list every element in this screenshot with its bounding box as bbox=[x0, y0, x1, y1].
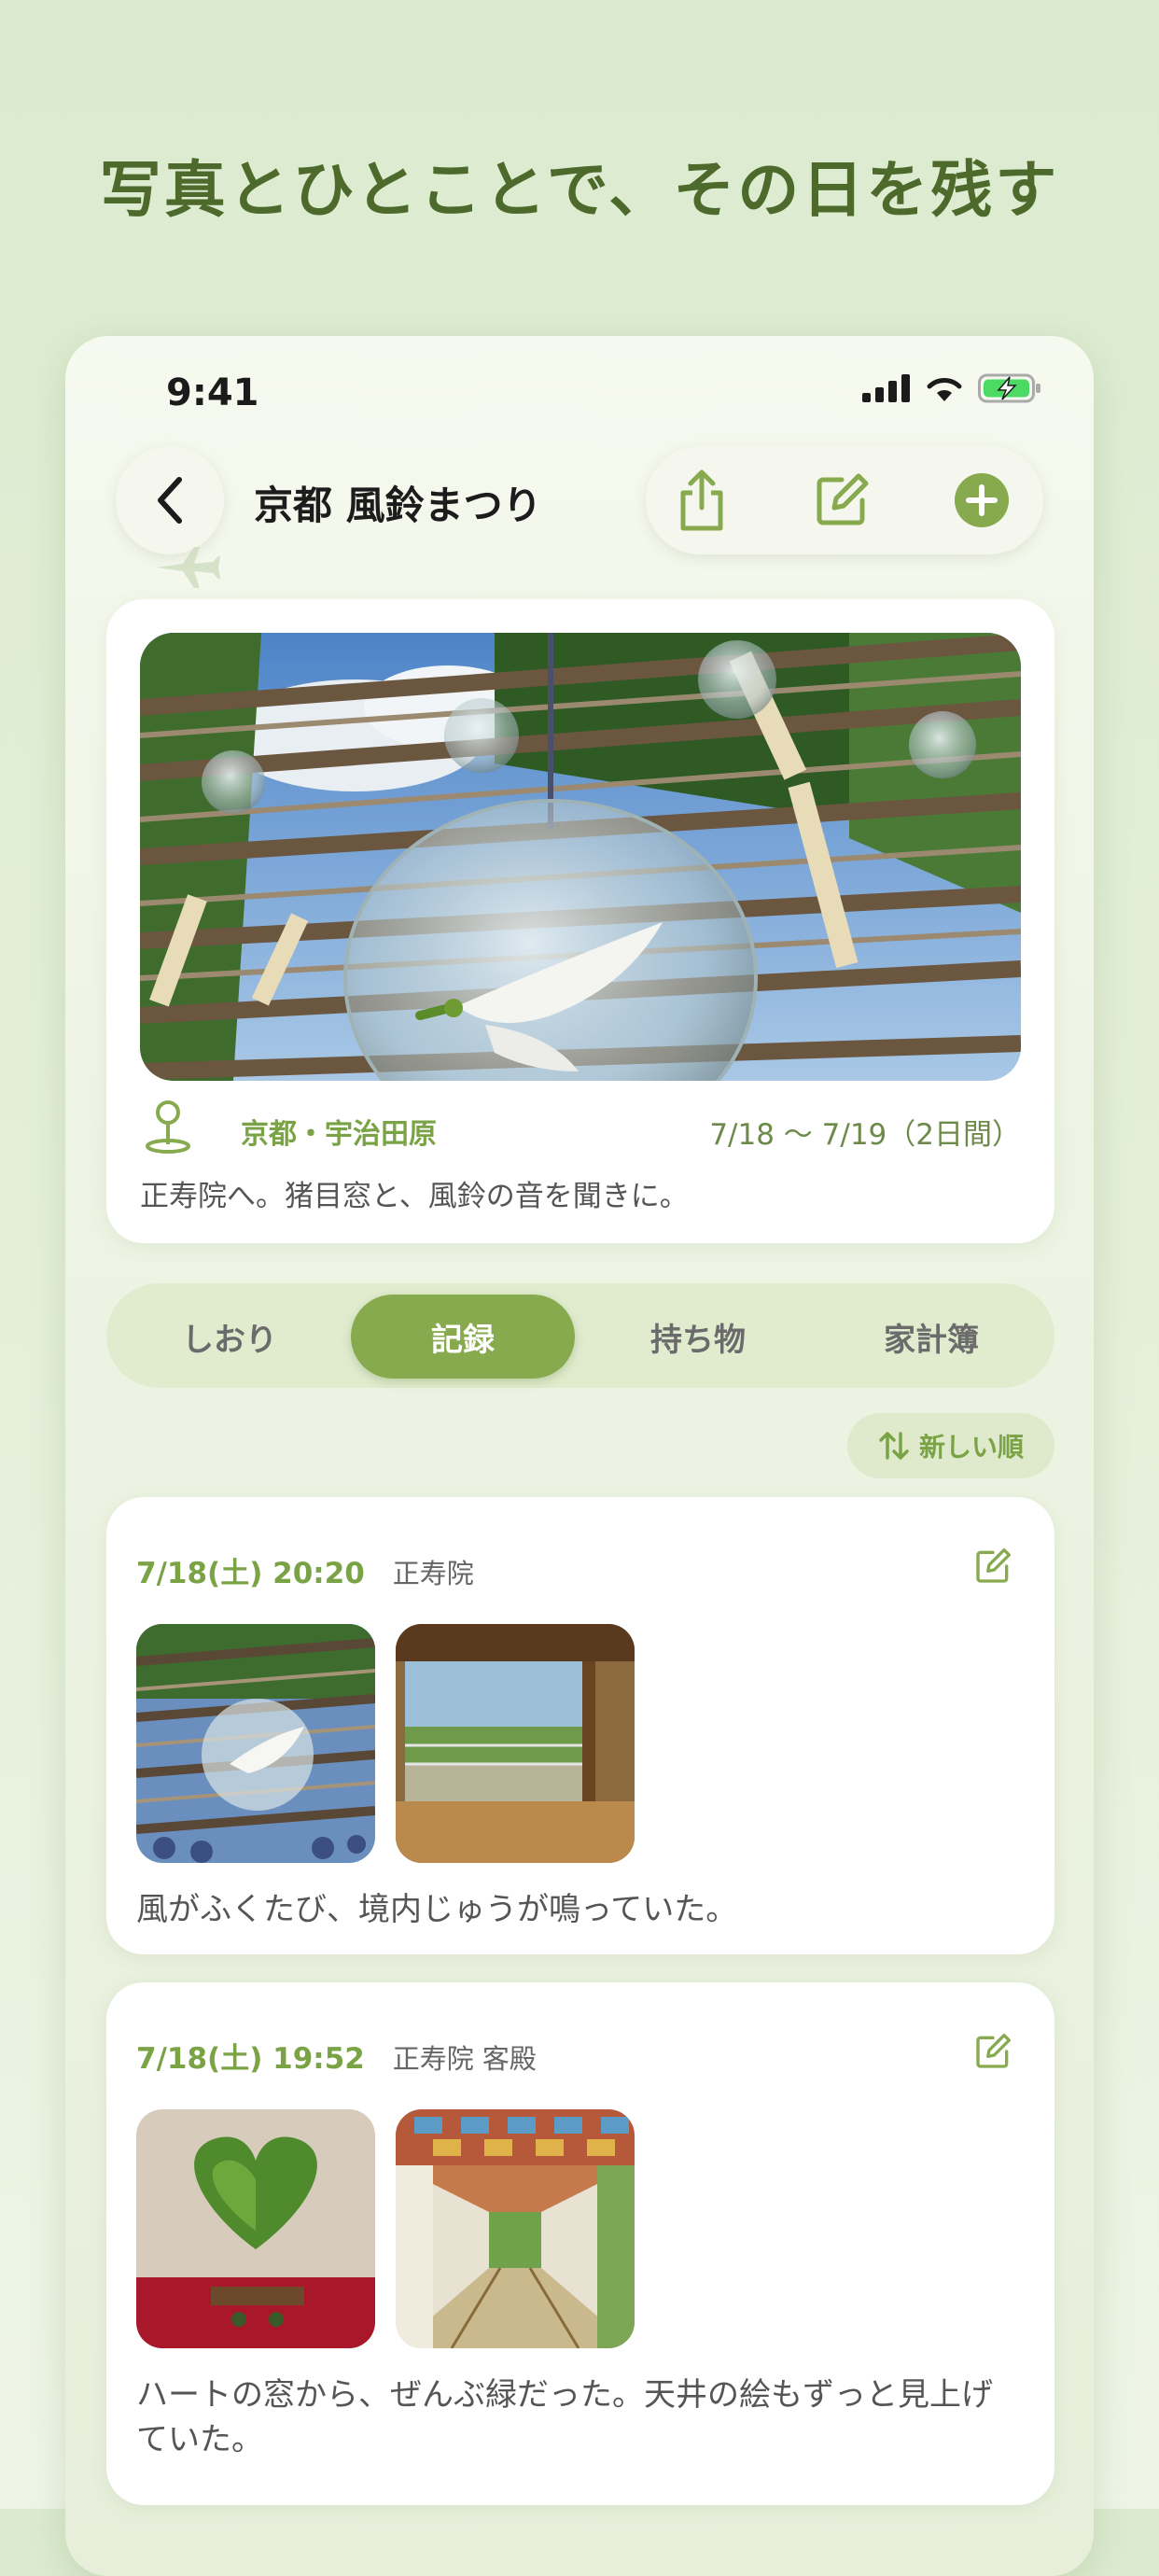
tab-budget[interactable]: 家計簿 bbox=[819, 1295, 1043, 1379]
entry-place: 正寿院 客殿 bbox=[392, 2043, 537, 2075]
trip-location-row: 京都・宇治田原 7/18 〜 7/19（2日間） bbox=[140, 1099, 1021, 1155]
trip-dates: 7/18 〜 7/19（2日間） bbox=[709, 1118, 1021, 1152]
entry-place: 正寿院 bbox=[392, 1558, 474, 1589]
trip-cover-photo[interactable] bbox=[140, 633, 1021, 1081]
entry-text: ハートの窓から、ぜんぶ緑だった。天井の絵もずっと見上げていた。 bbox=[136, 2376, 993, 2458]
entry-photo[interactable] bbox=[136, 1624, 375, 1863]
trip-location: 京都・宇治田原 bbox=[241, 1118, 437, 1151]
tab-itinerary[interactable]: しおり bbox=[118, 1295, 342, 1379]
plus-circle-icon bbox=[955, 473, 1009, 527]
share-icon bbox=[680, 469, 723, 531]
entry-text: 風がふくたび、境内じゅうが鳴っていた。 bbox=[136, 1891, 738, 1928]
tab-packing[interactable]: 持ち物 bbox=[586, 1295, 810, 1379]
tab-records[interactable]: 記録 bbox=[351, 1295, 575, 1379]
journal-entry-card: 7/18(土) 19:52 正寿院 客殿 ハートの窓から、ぜんぶ緑だった。天井の… bbox=[106, 1982, 1054, 2505]
entry-header: 7/18(土) 19:52 正寿院 客殿 bbox=[136, 2035, 537, 2077]
airplane-icon bbox=[157, 547, 220, 588]
toolbar-actions bbox=[646, 446, 1043, 554]
segment-tabs: しおり 記録 持ち物 家計簿 bbox=[106, 1283, 1054, 1388]
edit-trip-button[interactable] bbox=[814, 472, 870, 528]
entry-photo[interactable] bbox=[136, 2109, 375, 2348]
status-time: 9:41 bbox=[166, 371, 259, 414]
edit-icon bbox=[976, 2034, 1011, 2068]
chevron-left-icon bbox=[158, 477, 182, 524]
entry-datetime: 7/18(土) 20:20 bbox=[136, 1557, 365, 1590]
entry-datetime: 7/18(土) 19:52 bbox=[136, 2042, 365, 2076]
battery-charging-icon bbox=[978, 373, 1040, 403]
edit-entry-button[interactable] bbox=[974, 1547, 1012, 1589]
edit-icon bbox=[817, 473, 869, 525]
entry-photo[interactable] bbox=[396, 1624, 635, 1863]
sort-button[interactable]: 新しい順 bbox=[847, 1413, 1054, 1478]
entry-photo[interactable] bbox=[396, 2109, 635, 2348]
entry-header: 7/18(土) 20:20 正寿院 bbox=[136, 1549, 474, 1591]
signal-icon bbox=[862, 374, 910, 402]
page-title: 京都 風鈴まつり bbox=[254, 483, 542, 528]
share-button[interactable] bbox=[674, 469, 730, 531]
phone-screen: 9:41 京都 風鈴まつり 京都・宇治田原 7/18 〜 7/19（2日間） 正… bbox=[65, 336, 1094, 2576]
trip-description: 正寿院へ。猪目窓と、風鈴の音を聞きに。 bbox=[140, 1180, 689, 1213]
sort-arrows-icon bbox=[879, 1432, 909, 1460]
edit-entry-button[interactable] bbox=[974, 2033, 1012, 2074]
promo-headline: 写真とひとことで、その日を残す bbox=[99, 154, 1060, 226]
sort-label: 新しい順 bbox=[918, 1432, 1024, 1463]
map-pin-icon bbox=[146, 1100, 190, 1154]
trip-summary-card: 京都・宇治田原 7/18 〜 7/19（2日間） 正寿院へ。猪目窓と、風鈴の音を… bbox=[106, 599, 1054, 1243]
status-icons bbox=[862, 373, 1041, 403]
back-button[interactable] bbox=[116, 446, 224, 554]
wifi-icon bbox=[927, 378, 962, 401]
journal-entry-card: 7/18(土) 20:20 正寿院 風がふくたび、境内じゅうが鳴っていた。 bbox=[106, 1497, 1054, 1954]
add-entry-button[interactable] bbox=[954, 472, 1010, 528]
edit-icon bbox=[976, 1548, 1011, 1583]
